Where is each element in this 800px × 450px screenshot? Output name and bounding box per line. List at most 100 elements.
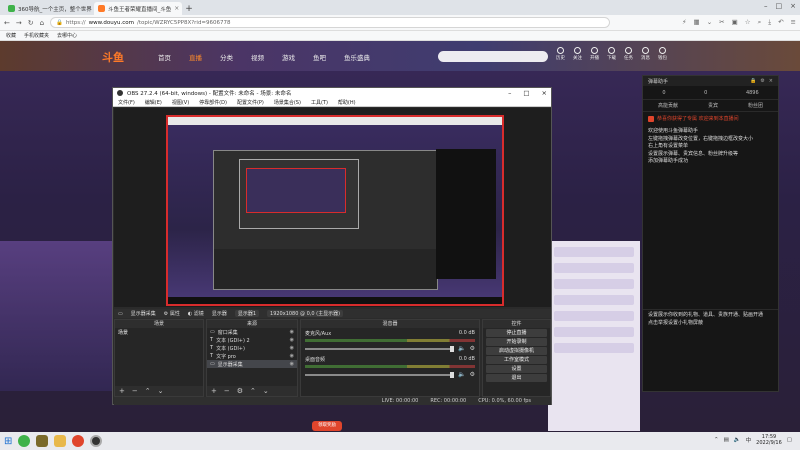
- close-icon[interactable]: ×: [542, 89, 547, 97]
- bookmark-item[interactable]: 手机收藏夹: [24, 32, 49, 39]
- volume-icon[interactable]: 🔈: [734, 437, 741, 443]
- eye-icon[interactable]: ◉: [290, 337, 294, 343]
- remove-icon[interactable]: −: [132, 387, 138, 395]
- gear-icon[interactable]: ⚙: [470, 371, 475, 378]
- follow-button[interactable]: 关注: [573, 47, 582, 61]
- url-field[interactable]: 🔒 https://www.douyu.com/topic/WZRYC5PP8X…: [50, 17, 611, 28]
- maximize-icon[interactable]: □: [523, 89, 529, 97]
- menu-icon[interactable]: ≡: [791, 18, 796, 27]
- input-language[interactable]: 中: [746, 436, 752, 444]
- source-item[interactable]: T 文本 (GDI+) 2 ◉: [207, 336, 297, 344]
- home-icon[interactable]: ⌂: [40, 19, 44, 27]
- reward-button[interactable]: 领取奖励: [312, 421, 342, 431]
- forward-icon[interactable]: →: [16, 19, 22, 27]
- settings-button[interactable]: 设置: [486, 365, 547, 373]
- site-logo[interactable]: 斗鱼: [102, 49, 124, 65]
- close-icon[interactable]: ×: [174, 5, 179, 12]
- menu-item[interactable]: 工具(T): [311, 99, 328, 106]
- obs-preview[interactable]: [114, 108, 551, 307]
- start-recording-button[interactable]: 开始录制: [486, 338, 547, 346]
- gear-icon[interactable]: ⚙: [760, 78, 764, 84]
- network-icon[interactable]: ▤: [724, 437, 729, 443]
- app-red-icon[interactable]: [72, 435, 85, 447]
- add-icon[interactable]: +: [119, 387, 125, 395]
- site-search-input[interactable]: [438, 51, 548, 62]
- nav-item-active[interactable]: 直播: [189, 52, 202, 62]
- download-button[interactable]: 下载: [607, 47, 616, 61]
- volume-slider[interactable]: [305, 371, 455, 378]
- menu-item[interactable]: 帮助(H): [338, 99, 356, 106]
- menu-item[interactable]: 停靠部件(D): [199, 99, 227, 106]
- menu-item[interactable]: 编辑(E): [145, 99, 162, 106]
- minimize-icon[interactable]: –: [508, 89, 511, 97]
- nav-item[interactable]: 首页: [158, 52, 171, 62]
- remove-icon[interactable]: −: [224, 387, 230, 395]
- extension-icon[interactable]: ▣: [732, 18, 738, 27]
- obs-icon[interactable]: [90, 435, 103, 447]
- nav-item[interactable]: 分类: [220, 52, 233, 62]
- search-icon[interactable]: ⌕: [758, 18, 762, 27]
- scissors-icon[interactable]: ✂: [719, 18, 724, 27]
- add-icon[interactable]: +: [211, 387, 217, 395]
- lock-icon[interactable]: 🔒: [750, 78, 756, 84]
- menu-item[interactable]: 文件(F): [118, 99, 135, 106]
- filters-button[interactable]: ◐ 滤镜: [188, 310, 204, 317]
- speaker-icon[interactable]: 🔈: [458, 371, 465, 378]
- chevron-down-icon[interactable]: ⌄: [707, 18, 712, 27]
- stop-streaming-button[interactable]: 停止直播: [486, 329, 547, 337]
- gear-icon[interactable]: ⚙: [470, 345, 475, 352]
- undo-icon[interactable]: ↶: [778, 18, 783, 27]
- scene-item[interactable]: 场景: [115, 328, 203, 337]
- lightning-icon[interactable]: ⚡: [682, 18, 687, 27]
- eye-icon[interactable]: ◉: [290, 361, 294, 367]
- chevron-up-icon[interactable]: ⌃: [714, 437, 719, 443]
- windows-start-icon[interactable]: ⊞: [4, 436, 12, 447]
- new-tab-button[interactable]: +: [184, 3, 194, 15]
- close-window-icon[interactable]: ×: [790, 2, 796, 10]
- properties-button[interactable]: ⚙ 属性: [164, 310, 180, 317]
- clock[interactable]: 17:59 2022/9/16: [756, 434, 782, 446]
- nav-item[interactable]: 视频: [251, 52, 264, 62]
- gear-icon[interactable]: ⚙: [237, 387, 243, 395]
- notification-icon[interactable]: ▢: [787, 437, 792, 443]
- browser-360-icon[interactable]: [18, 435, 31, 447]
- exit-button[interactable]: 退出: [486, 374, 547, 382]
- grid-icon[interactable]: ▦: [694, 18, 700, 27]
- source-item[interactable]: T 文字 pro ◉: [207, 352, 297, 360]
- chat-tab[interactable]: 高能贡献: [658, 102, 678, 109]
- back-icon[interactable]: ←: [4, 19, 10, 27]
- maximize-icon[interactable]: □: [776, 2, 783, 10]
- star-icon[interactable]: ☆: [745, 18, 751, 27]
- volume-slider[interactable]: [305, 345, 455, 352]
- reload-icon[interactable]: ↻: [28, 19, 34, 27]
- preview-capture-frame[interactable]: [166, 115, 504, 306]
- virtual-camera-button[interactable]: 启动虚拟摄像机: [486, 347, 547, 355]
- chat-tab[interactable]: 粉丝团: [748, 102, 763, 109]
- move-up-icon[interactable]: ⌃: [145, 387, 151, 395]
- move-up-icon[interactable]: ⌃: [250, 387, 256, 395]
- broadcast-button[interactable]: 开播: [590, 47, 599, 61]
- menu-item[interactable]: 配置文件(P): [237, 99, 264, 106]
- move-down-icon[interactable]: ⌄: [158, 387, 164, 395]
- source-item-selected[interactable]: ▭ 显示器采集 ◉: [207, 360, 297, 368]
- nav-item[interactable]: 鱼乐盛典: [344, 52, 370, 62]
- menu-item[interactable]: 场景集合(S): [274, 99, 301, 106]
- nav-item[interactable]: 游戏: [282, 52, 295, 62]
- browser-tab-1[interactable]: 斗鱼王者荣耀直播间_斗鱼 ×: [94, 2, 182, 15]
- history-button[interactable]: 历史: [556, 47, 565, 61]
- bookmark-item[interactable]: 收藏: [6, 32, 16, 39]
- resolution-select[interactable]: 1920x1080 @ 0,0 (主显示器): [267, 310, 344, 317]
- source-item[interactable]: T 文本 (GDI+) ◉: [207, 344, 297, 352]
- nav-item[interactable]: 鱼吧: [313, 52, 326, 62]
- menu-item[interactable]: 视图(V): [172, 99, 189, 106]
- studio-mode-button[interactable]: 工作室模式: [486, 356, 547, 364]
- task-button[interactable]: 任务: [624, 47, 633, 61]
- wallet-button[interactable]: 钱包: [658, 47, 667, 61]
- speaker-icon[interactable]: 🔈: [458, 345, 465, 352]
- browser-tab-0[interactable]: 360导航_一个主页，整个世界 ×: [4, 2, 92, 15]
- chat-tab[interactable]: 贵宾: [708, 102, 718, 109]
- move-down-icon[interactable]: ⌄: [263, 387, 269, 395]
- eye-icon[interactable]: ◉: [290, 353, 294, 359]
- app-icon[interactable]: [36, 435, 49, 447]
- source-item[interactable]: ▭ 窗口采集 ◉: [207, 328, 297, 336]
